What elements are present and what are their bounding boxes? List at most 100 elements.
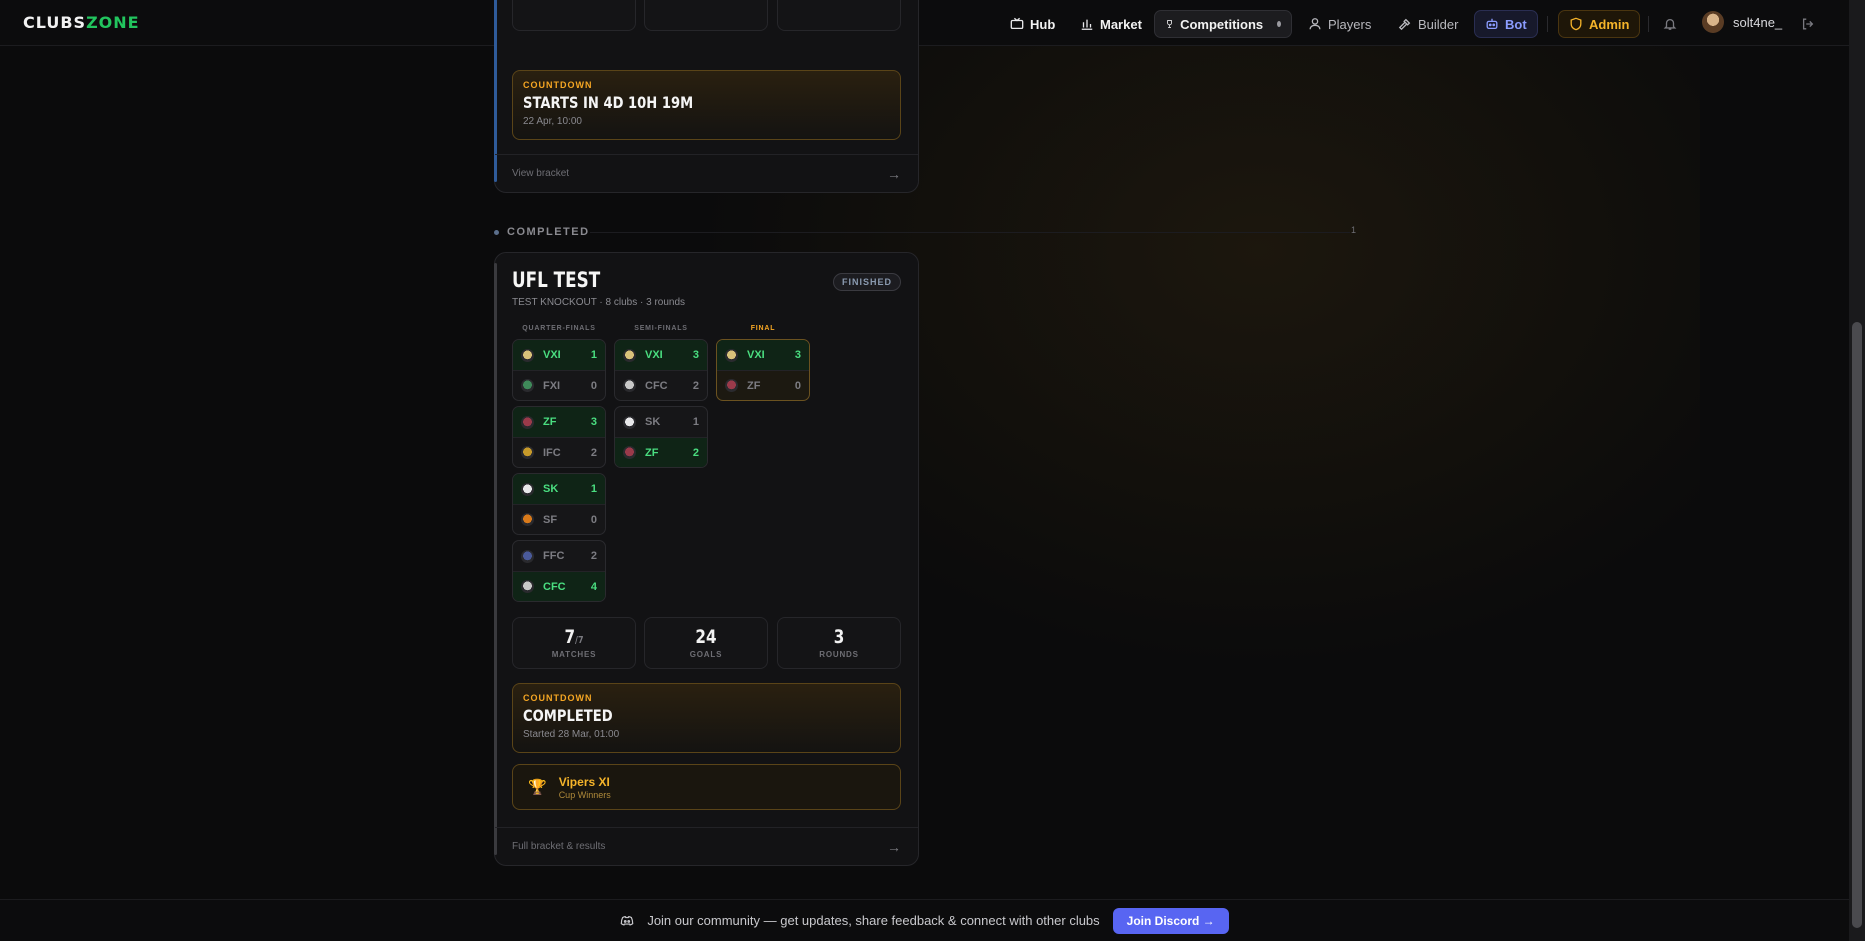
status-badge: FINISHED xyxy=(832,273,901,291)
round-label-final: FINAL xyxy=(750,325,776,332)
club-crest-icon xyxy=(623,415,636,429)
stats-row: 7/7 MATCHES 24 GOALS 3 ROUNDS xyxy=(512,617,901,669)
team-row: CFC 4 xyxy=(513,571,605,601)
team-row: SK 1 xyxy=(615,407,707,437)
stat-matches: 7/7 MATCHES xyxy=(512,617,636,669)
trophy-icon xyxy=(1167,20,1172,28)
team-score: 0 xyxy=(590,513,597,526)
team-abbr: ZF xyxy=(543,416,557,428)
logo[interactable]: CLUBSZONE xyxy=(23,13,140,32)
team-row: ZF 0 xyxy=(717,370,809,400)
team-score: 2 xyxy=(692,379,699,392)
countdown-date: 22 Apr, 10:00 xyxy=(523,116,582,127)
nav-players[interactable]: Players xyxy=(1298,10,1381,38)
bracket-match[interactable]: VXI 1 FXI 0 xyxy=(512,339,606,401)
bracket-match[interactable]: SK 1 SF 0 xyxy=(512,473,606,535)
arrow-right-icon: → xyxy=(887,165,901,182)
stats-row xyxy=(512,0,901,45)
join-discord-button[interactable]: Join Discord → xyxy=(1112,907,1229,934)
scrollbar-thumb[interactable] xyxy=(1852,322,1862,928)
stat-box xyxy=(512,0,636,31)
community-banner: Join our community — get updates, share … xyxy=(0,899,1849,941)
team-score: 1 xyxy=(590,483,597,495)
team-row: CFC 2 xyxy=(615,370,707,400)
nav-builder[interactable]: Builder xyxy=(1388,10,1468,38)
shield-icon xyxy=(1570,17,1582,31)
bracket-match[interactable]: ZF 3 IFC 2 xyxy=(512,406,606,468)
trophy-icon: 🏆 xyxy=(528,779,547,796)
scrollbar[interactable] xyxy=(1849,0,1865,941)
team-row: ZF 2 xyxy=(615,437,707,467)
team-abbr: IFC xyxy=(543,446,561,459)
team-abbr: VXI xyxy=(645,349,663,361)
stat-box xyxy=(777,0,901,31)
view-bracket-link[interactable]: View bracket → xyxy=(495,154,918,192)
club-crest-icon xyxy=(521,348,534,362)
winner-panel: 🏆 Vipers XI Cup Winners xyxy=(512,764,901,810)
team-abbr: CFC xyxy=(645,379,668,392)
club-crest-icon xyxy=(725,379,738,392)
team-abbr: SF xyxy=(543,513,558,526)
club-crest-icon xyxy=(521,446,534,459)
round-label-semi-finals: SEMI-FINALS xyxy=(634,325,688,332)
team-abbr: VXI xyxy=(747,349,765,361)
countdown-label: COUNTDOWN xyxy=(523,693,593,703)
section-divider xyxy=(590,232,1350,233)
tournament-card-upcoming: COUNTDOWN STARTS IN 4D 10H 19M 22 Apr, 1… xyxy=(494,0,919,193)
nav-market[interactable]: Market xyxy=(1070,10,1152,38)
team-score: 4 xyxy=(590,580,597,593)
final-match[interactable]: VXI 3 ZF 0 xyxy=(716,339,810,401)
countdown-title: COMPLETED xyxy=(523,706,613,725)
logout-button[interactable] xyxy=(1801,10,1815,38)
full-bracket-link[interactable]: Full bracket & results → xyxy=(495,827,918,865)
club-crest-icon xyxy=(623,348,636,362)
bracket-match[interactable]: VXI 3 CFC 2 xyxy=(614,339,708,401)
countdown-label: COUNTDOWN xyxy=(523,80,593,90)
team-score: 1 xyxy=(590,349,597,361)
nav-hub[interactable]: Hub xyxy=(1000,10,1065,38)
robot-icon xyxy=(1486,18,1498,30)
stat-box xyxy=(644,0,768,31)
rounds-value: 3 xyxy=(833,626,845,648)
bracket-match[interactable]: FFC 2 CFC 4 xyxy=(512,540,606,602)
team-row: SK 1 xyxy=(513,474,605,504)
notifications-button[interactable] xyxy=(1663,10,1677,38)
team-abbr: SK xyxy=(543,483,559,495)
tournament-card-completed: UFL TEST TEST KNOCKOUT · 8 clubs · 3 rou… xyxy=(494,252,919,866)
winner-name: Vipers XI xyxy=(558,774,610,789)
club-crest-icon xyxy=(521,415,534,429)
top-nav: CLUBSZONE Hub Market Competitions Player… xyxy=(0,0,1849,46)
matches-value: 7 xyxy=(564,626,576,648)
countdown-date: Started 28 Mar, 01:00 xyxy=(523,729,620,740)
club-crest-icon xyxy=(521,379,534,392)
club-crest-icon xyxy=(521,580,534,593)
goals-label: GOALS xyxy=(689,650,723,659)
tv-icon xyxy=(1010,17,1024,30)
hammer-icon xyxy=(1398,18,1411,31)
stat-goals: 24 GOALS xyxy=(644,617,768,669)
winner-subtitle: Cup Winners xyxy=(558,789,611,800)
team-row: FFC 2 xyxy=(513,541,605,571)
nav-competitions[interactable]: Competitions xyxy=(1154,10,1292,38)
team-row: FXI 0 xyxy=(513,370,605,400)
nav-admin[interactable]: Admin xyxy=(1558,10,1641,38)
bracket-match[interactable]: SK 1 ZF 2 xyxy=(614,406,708,468)
discord-icon xyxy=(621,915,634,926)
team-abbr: ZF xyxy=(747,379,761,392)
nav-bot[interactable]: Bot xyxy=(1474,10,1538,38)
team-row: ZF 3 xyxy=(513,407,605,437)
matches-total: /7 xyxy=(575,635,584,646)
team-score: 3 xyxy=(590,416,597,428)
countdown-title: STARTS IN 4D 10H 19M xyxy=(523,93,694,112)
team-score: 2 xyxy=(590,446,597,459)
avatar[interactable] xyxy=(1702,11,1724,33)
team-score: 2 xyxy=(692,446,699,459)
arrow-right-icon: → xyxy=(887,838,901,855)
team-abbr: VXI xyxy=(543,349,561,361)
team-row: VXI 1 xyxy=(513,340,605,370)
matches-label: MATCHES xyxy=(551,650,597,659)
goals-value: 24 xyxy=(695,626,717,648)
username[interactable]: solt4ne_ xyxy=(1733,15,1782,30)
team-abbr: SK xyxy=(645,416,661,428)
team-score: 1 xyxy=(692,416,699,428)
